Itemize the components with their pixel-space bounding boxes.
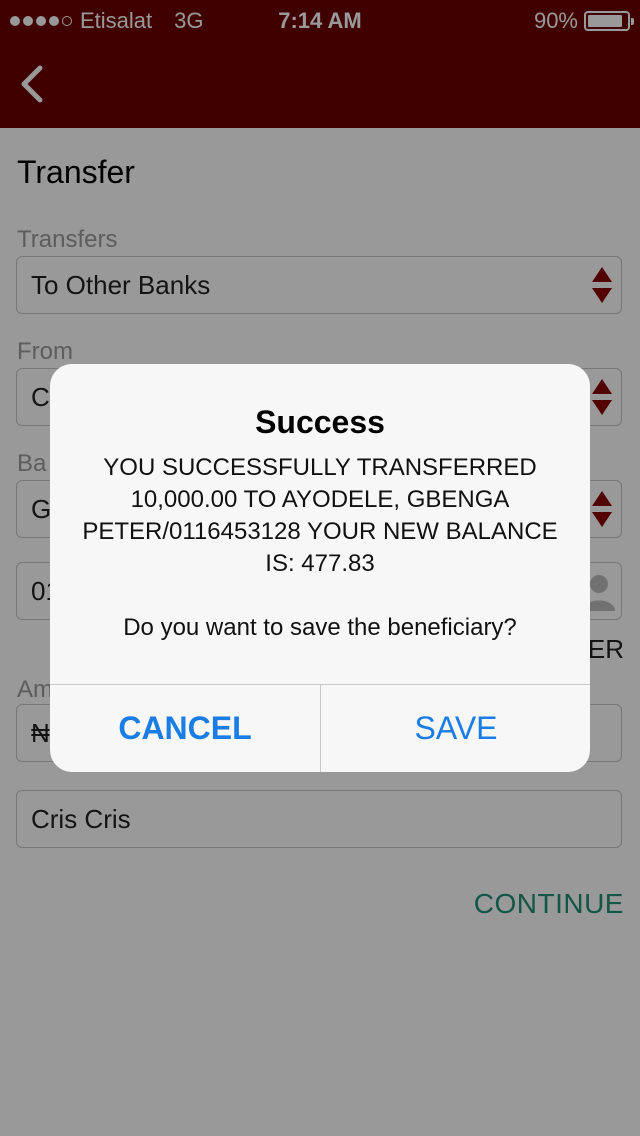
alert-message: YOU SUCCESSFULLY TRANSFERRED 10,000.00 T…	[82, 454, 558, 577]
alert-title: Success	[255, 404, 385, 440]
success-alert: Success YOU SUCCESSFULLY TRANSFERRED 10,…	[50, 364, 590, 772]
cancel-button[interactable]: CANCEL	[50, 684, 320, 772]
save-button[interactable]: SAVE	[321, 684, 590, 772]
alert-question: Do you want to save the beneficiary?	[123, 614, 517, 641]
